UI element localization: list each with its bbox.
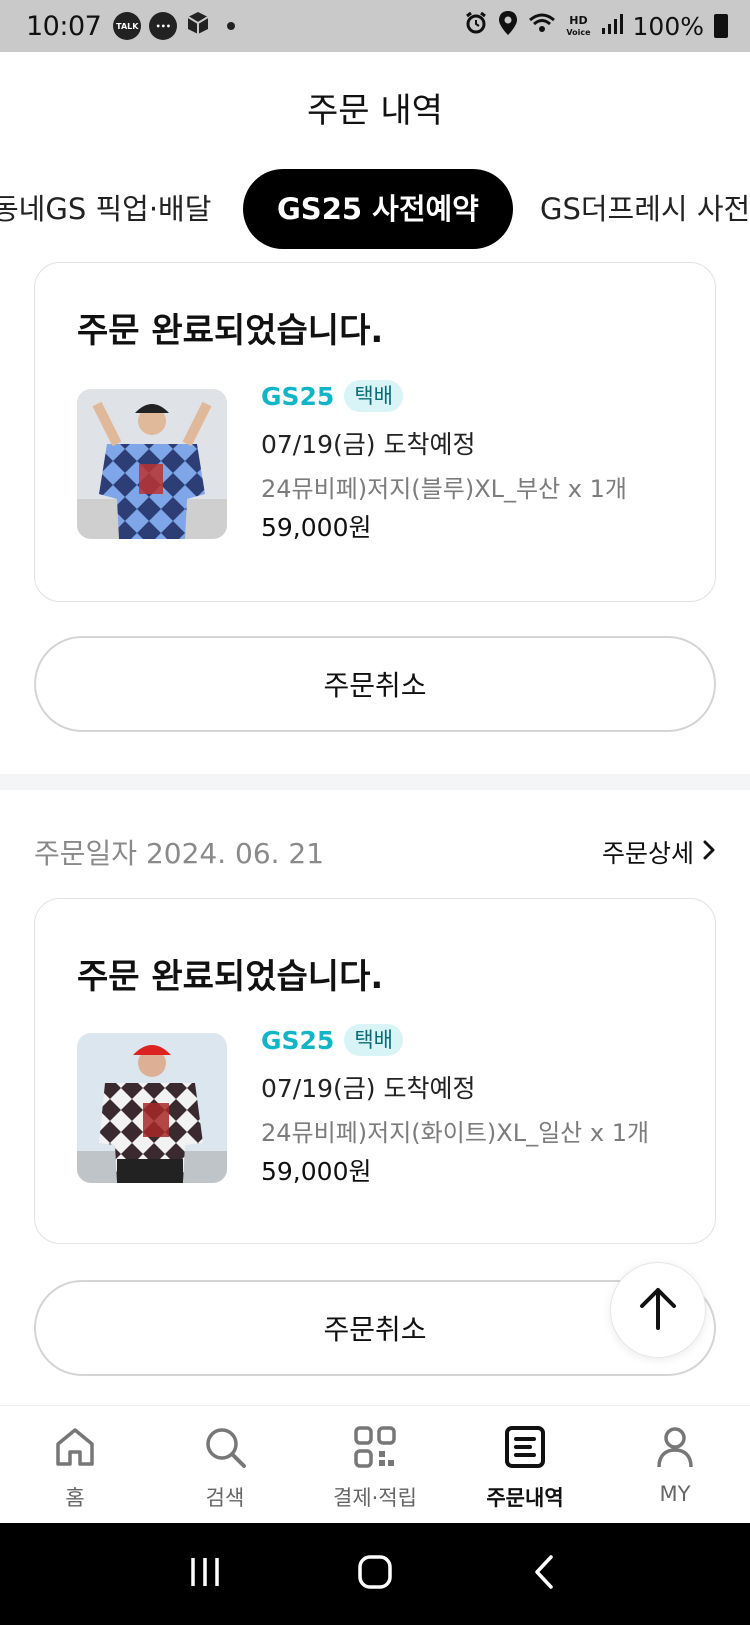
search-icon bbox=[202, 1424, 248, 1474]
nav-orders-label: 주문내역 bbox=[486, 1486, 564, 1510]
message-icon: ••• bbox=[149, 12, 178, 40]
product-price: 59,000원 bbox=[261, 513, 372, 542]
order-detail-label: 주문상세 bbox=[601, 839, 694, 868]
cancel-order-button[interactable]: 주문취소 bbox=[34, 636, 716, 732]
order-detail-link[interactable]: 주문상세 bbox=[602, 834, 716, 870]
tab-neighborhood-gs[interactable]: 동네GS 픽업·배달 bbox=[0, 169, 211, 249]
order-date-row: 주문일자 2024. 06. 21 주문상세 bbox=[34, 832, 716, 872]
notification-icons: TALK ••• bbox=[113, 10, 236, 43]
chevron-right-icon bbox=[702, 838, 716, 867]
nav-my[interactable]: MY bbox=[600, 1406, 750, 1523]
more-notifications-dot-icon bbox=[227, 22, 236, 30]
tab-gs25-preorder[interactable]: GS25 사전예약 bbox=[243, 169, 513, 249]
order-info: GS25 택배 07/19(금) 도착예정 24뮤비페)저지(블루)XL_부산 … bbox=[261, 377, 627, 544]
nav-payment[interactable]: 결제·적립 bbox=[300, 1406, 450, 1523]
arrow-up-icon bbox=[636, 1284, 680, 1336]
battery-icon bbox=[714, 14, 728, 38]
person-icon bbox=[652, 1424, 698, 1474]
order-list-icon bbox=[502, 1424, 548, 1474]
order-info: GS25 택배 07/19(금) 도착예정 24뮤비페)저지(화이트)XL_일산… bbox=[261, 1021, 649, 1188]
delivery-badge: 택배 bbox=[344, 380, 403, 412]
product-price: 59,000원 bbox=[261, 1157, 372, 1186]
tab-gs-fresh-preorder[interactable]: GS더프레시 사전 bbox=[540, 169, 750, 249]
nav-home[interactable]: 홈 bbox=[0, 1406, 150, 1523]
order-card: 주문 완료되었습니다. GS25 택배 07/19(금) 도착예정 24뮤비페)… bbox=[34, 898, 716, 1244]
alarm-icon bbox=[464, 11, 488, 41]
product-name: 24뮤비페)저지(화이트)XL_일산 x 1개 bbox=[261, 1119, 650, 1147]
nav-payment-label: 결제·적립 bbox=[333, 1486, 417, 1510]
section-divider bbox=[0, 774, 750, 790]
status-time: 10:07 bbox=[26, 10, 102, 42]
delivery-badge: 택배 bbox=[344, 1024, 403, 1056]
page-title: 주문 내역 bbox=[307, 90, 443, 131]
brand-name: GS25 bbox=[261, 381, 335, 411]
product-image[interactable] bbox=[77, 389, 227, 539]
delivery-eta: 07/19(금) 도착예정 bbox=[261, 1074, 476, 1103]
location-icon bbox=[498, 10, 518, 42]
brand-name: GS25 bbox=[261, 1025, 335, 1055]
scroll-to-top-button[interactable] bbox=[610, 1262, 706, 1358]
system-icons: HD Voice 100% bbox=[464, 10, 728, 42]
nav-search[interactable]: 검색 bbox=[150, 1406, 300, 1523]
product-name: 24뮤비페)저지(블루)XL_부산 x 1개 bbox=[261, 475, 627, 503]
grid-qr-icon bbox=[352, 1424, 398, 1474]
delivery-eta: 07/19(금) 도착예정 bbox=[261, 430, 476, 459]
order-status: 주문 완료되었습니다. bbox=[77, 311, 384, 351]
order-status: 주문 완료되었습니다. bbox=[77, 957, 384, 997]
kakaotalk-icon: TALK bbox=[113, 12, 142, 40]
nav-orders[interactable]: 주문내역 bbox=[450, 1406, 600, 1523]
bottom-navigation: 홈 검색 결제·적립 주문내역 MY bbox=[0, 1405, 750, 1523]
order-type-tabs: 동네GS 픽업·배달 GS25 사전예약 GS더프레시 사전 bbox=[0, 165, 750, 251]
order-date: 주문일자 2024. 06. 21 bbox=[34, 837, 325, 870]
home-icon bbox=[52, 1424, 98, 1474]
wifi-icon bbox=[528, 11, 556, 41]
product-image[interactable] bbox=[77, 1033, 227, 1183]
battery-percent: 100% bbox=[632, 11, 704, 41]
status-bar: 10:07 TALK ••• HD Voice 100% bbox=[0, 0, 750, 52]
nav-search-label: 검색 bbox=[205, 1486, 245, 1510]
order-card: 주문 완료되었습니다. GS25 택배 07/19(금) 도착예정 24뮤비페)… bbox=[34, 262, 716, 602]
nav-home-label: 홈 bbox=[65, 1486, 85, 1510]
back-icon[interactable] bbox=[527, 1554, 563, 1594]
signal-icon bbox=[601, 12, 623, 41]
hd-voice-icon: HD Voice bbox=[566, 13, 591, 37]
nav-my-label: MY bbox=[659, 1482, 691, 1506]
box-icon bbox=[185, 10, 211, 43]
recent-apps-icon[interactable] bbox=[187, 1554, 223, 1594]
system-navigation-bar bbox=[0, 1523, 750, 1625]
home-button-icon[interactable] bbox=[357, 1554, 393, 1594]
